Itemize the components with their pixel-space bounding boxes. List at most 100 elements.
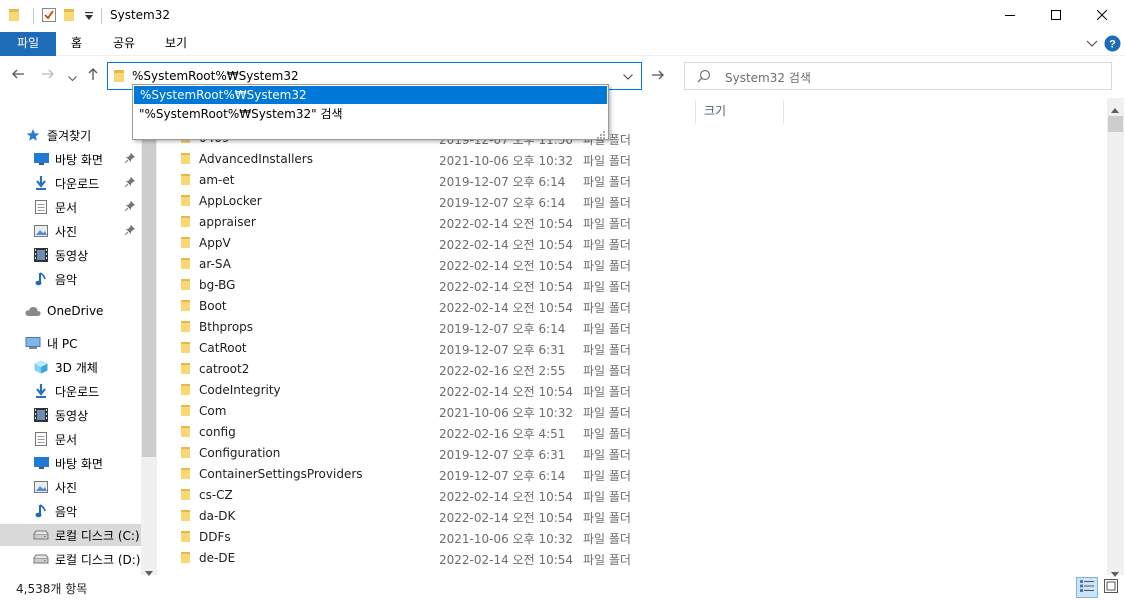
folder-icon — [181, 446, 192, 462]
nav-item[interactable]: 문서 — [0, 428, 141, 450]
nav-item[interactable]: 로컬 디스크 (D:) — [0, 548, 141, 570]
minimize-button[interactable] — [987, 0, 1033, 32]
file-row[interactable]: am-et 2019-12-07 오후 6:14 파일 폴더 — [177, 170, 677, 191]
file-row[interactable]: Configuration 2019-12-07 오후 6:31 파일 폴더 — [177, 443, 677, 464]
properties-icon[interactable] — [42, 8, 58, 24]
nav-item[interactable]: 동영상 — [0, 404, 141, 426]
back-button[interactable] — [11, 67, 25, 84]
file-type: 파일 폴더 — [583, 259, 631, 273]
file-row[interactable]: appraiser 2022-02-14 오전 10:54 파일 폴더 — [177, 212, 677, 233]
file-row[interactable]: bg-BG 2022-02-14 오전 10:54 파일 폴더 — [177, 275, 677, 296]
pc-icon — [25, 335, 41, 351]
file-row[interactable]: cs-CZ 2022-02-14 오전 10:54 파일 폴더 — [177, 485, 677, 506]
file-type: 파일 폴더 — [583, 427, 631, 441]
tab-view[interactable]: 보기 — [153, 32, 199, 56]
file-row[interactable]: Bthprops 2019-12-07 오후 6:14 파일 폴더 — [177, 317, 677, 338]
address-dropdown-button[interactable] — [615, 63, 641, 89]
nav-item[interactable]: 사진 — [0, 476, 141, 498]
file-row[interactable]: CodeIntegrity 2022-02-14 오전 10:54 파일 폴더 — [177, 380, 677, 401]
file-name: Boot — [199, 299, 227, 313]
customize-toolbar-icon[interactable] — [84, 10, 100, 26]
file-date: 2021-10-06 오후 10:32 — [439, 154, 574, 168]
music-icon — [33, 271, 49, 287]
nav-item[interactable]: 음악 — [0, 268, 141, 290]
help-icon[interactable]: ? — [1104, 35, 1121, 55]
resize-grip-icon[interactable] — [597, 128, 605, 139]
nav-item[interactable]: 다운로드 — [0, 380, 141, 402]
nav-item[interactable]: 바탕 화면 — [0, 148, 141, 170]
column-header-size[interactable]: 크기 — [704, 102, 726, 119]
maximize-button[interactable] — [1033, 0, 1079, 32]
file-type: 파일 폴더 — [583, 406, 631, 420]
file-type: 파일 폴더 — [583, 343, 631, 357]
expand-ribbon-icon[interactable] — [1086, 38, 1098, 53]
nav-item-label: 문서 — [55, 432, 78, 447]
status-bar: 4,538개 항목 — [0, 575, 1125, 600]
file-type: 파일 폴더 — [583, 511, 631, 525]
file-date: 2022-02-14 오전 10:54 — [439, 217, 574, 231]
close-button[interactable] — [1079, 0, 1125, 32]
file-row[interactable]: da-DK 2022-02-14 오전 10:54 파일 폴더 — [177, 506, 677, 527]
scroll-up-icon[interactable] — [1111, 102, 1119, 116]
nav-item[interactable]: 문서 — [0, 196, 141, 218]
forward-button[interactable] — [41, 67, 55, 84]
file-row[interactable]: DDFs 2021-10-06 오후 10:32 파일 폴더 — [177, 527, 677, 548]
nav-item[interactable]: 동영상 — [0, 244, 141, 266]
separator — [101, 8, 102, 24]
search-box[interactable]: System32 검색 — [684, 62, 1112, 90]
folder-icon — [114, 69, 126, 86]
tab-file[interactable]: 파일 — [0, 32, 56, 56]
folder-icon — [181, 299, 192, 315]
recent-locations-button[interactable] — [68, 71, 77, 85]
details-view-button[interactable] — [1076, 577, 1098, 598]
address-input[interactable]: %SystemRoot%₩System32 — [132, 69, 299, 83]
file-row[interactable]: ContainerSettingsProviders 2019-12-07 오후 … — [177, 464, 677, 485]
file-list-scrollbar-thumb[interactable] — [1108, 116, 1123, 132]
nav-item-label: 로컬 디스크 (C:) — [55, 528, 140, 543]
nav-item-label: 다운로드 — [55, 176, 100, 191]
download-icon — [33, 175, 49, 191]
nav-item[interactable]: 음악 — [0, 500, 141, 522]
folder-icon — [181, 278, 192, 294]
svg-text:?: ? — [1109, 39, 1116, 51]
nav-item[interactable]: 다운로드 — [0, 172, 141, 194]
large-icons-view-button[interactable] — [1100, 577, 1122, 598]
navigation-scrollbar-thumb[interactable] — [142, 112, 156, 457]
nav-item[interactable]: 로컬 디스크 (C:) — [0, 524, 141, 546]
suggestion-search-item[interactable]: "%SystemRoot%₩System32" 검색 — [133, 105, 608, 123]
file-row[interactable]: de-DE 2022-02-14 오전 10:54 파일 폴더 — [177, 548, 677, 569]
file-type: 파일 폴더 — [583, 490, 631, 504]
file-row[interactable]: Boot 2022-02-14 오전 10:54 파일 폴더 — [177, 296, 677, 317]
file-list-scrollbar[interactable] — [1107, 98, 1124, 575]
file-row[interactable]: AdvancedInstallers 2021-10-06 오후 10:32 파일 … — [177, 149, 677, 170]
nav-item[interactable]: 바탕 화면 — [0, 452, 141, 474]
file-row[interactable]: Com 2021-10-06 오후 10:32 파일 폴더 — [177, 401, 677, 422]
file-date: 2019-12-07 오후 6:14 — [439, 322, 566, 336]
folder-icon — [181, 551, 192, 567]
suggestion-item[interactable]: %SystemRoot%₩System32 — [134, 86, 607, 104]
nav-item[interactable]: 사진 — [0, 220, 141, 242]
nav-item-label: 음악 — [55, 272, 78, 287]
tab-share[interactable]: 공유 — [101, 32, 147, 56]
go-button[interactable] — [646, 62, 670, 90]
up-button[interactable] — [86, 67, 100, 84]
file-type: 파일 폴더 — [583, 553, 631, 567]
file-row[interactable]: ar-SA 2022-02-14 오전 10:54 파일 폴더 — [177, 254, 677, 275]
file-row[interactable]: config 2022-02-16 오후 4:51 파일 폴더 — [177, 422, 677, 443]
file-row[interactable]: AppV 2022-02-14 오전 10:54 파일 폴더 — [177, 233, 677, 254]
file-row[interactable]: CatRoot 2019-12-07 오후 6:31 파일 폴더 — [177, 338, 677, 359]
file-date: 2019-12-07 오후 6:14 — [439, 175, 566, 189]
tab-home[interactable]: 홈 — [59, 32, 94, 56]
file-name: DDFs — [199, 530, 231, 544]
column-divider — [695, 100, 696, 124]
file-row[interactable]: catroot2 2022-02-16 오전 2:55 파일 폴더 — [177, 359, 677, 380]
nav-item[interactable]: 3D 개체 — [0, 356, 141, 378]
file-name: cs-CZ — [199, 488, 233, 502]
nav-item[interactable]: 즐겨찾기 — [0, 124, 141, 146]
document-icon — [33, 431, 49, 447]
nav-item[interactable]: 내 PC — [0, 332, 141, 354]
file-date: 2019-12-07 오후 6:31 — [439, 343, 566, 357]
nav-item[interactable]: OneDrive — [0, 300, 141, 322]
new-folder-icon[interactable] — [64, 8, 80, 24]
file-row[interactable]: AppLocker 2019-12-07 오후 6:14 파일 폴더 — [177, 191, 677, 212]
